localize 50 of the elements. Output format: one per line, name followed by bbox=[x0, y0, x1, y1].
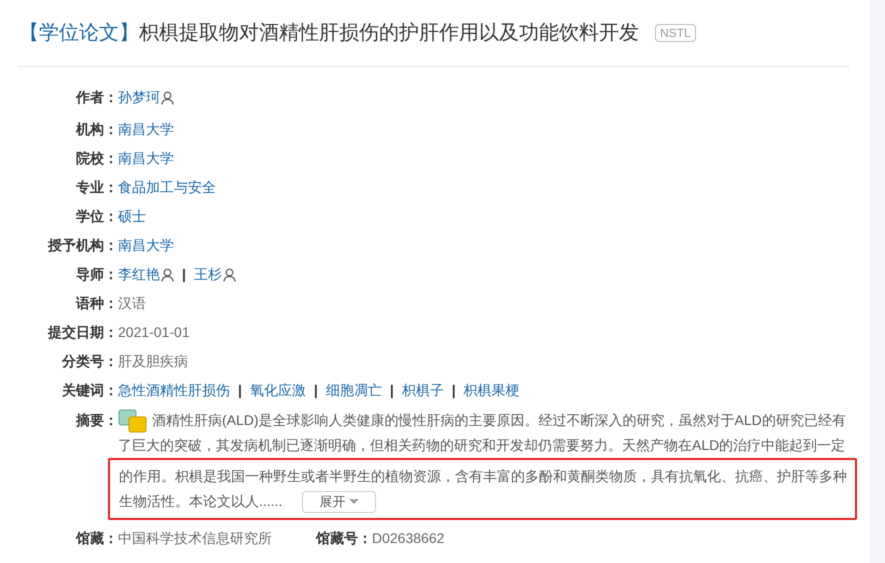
field-link[interactable]: 枳椇子 bbox=[402, 380, 444, 401]
abstract-line: 的作用。枳椇是我国一种野生或者半野生的植物资源，含有丰富的多酚和黄酮类物质，具有抗氧化、抗癌、护肝等多种 bbox=[119, 467, 847, 486]
field-link[interactable]: 南昌大学 bbox=[118, 119, 174, 140]
field-label: 摘要： bbox=[74, 411, 118, 430]
expand-button[interactable]: 展开 bbox=[302, 490, 376, 512]
field-label: 馆藏： bbox=[74, 528, 118, 548]
field-link[interactable]: 南昌大学 bbox=[118, 235, 174, 256]
field-value: 汉语 bbox=[118, 294, 146, 313]
field-label: 语种： bbox=[74, 294, 118, 313]
field-label: 授予机构： bbox=[46, 236, 118, 255]
abstract-line: 了巨大的突破，其发病机制已逐渐明确，但相关药物的研究和开发却仍需要努力。天然产物在ALD的治疗中能起到一定 bbox=[118, 436, 846, 455]
chevron-down-icon bbox=[349, 498, 360, 505]
field-label: 学位： bbox=[75, 207, 118, 226]
field-label: 机构： bbox=[74, 120, 118, 139]
separator: | bbox=[238, 381, 242, 400]
source-badge: NSTL bbox=[655, 24, 696, 42]
field-link[interactable]: 氧化应激 bbox=[250, 380, 306, 401]
person-icon bbox=[161, 268, 174, 282]
field-link[interactable]: 食品加工与安全 bbox=[118, 177, 216, 198]
separator: | bbox=[182, 265, 186, 284]
field-label: 导师： bbox=[75, 265, 118, 284]
abstract-line: 酒精性肝病(ALD)是全球影响人类健康的慢性肝病的主要原因。经过不断深入的研究，虽然对于ALD的研究已经有 bbox=[152, 411, 846, 430]
person-icon bbox=[161, 90, 174, 104]
document-type: 【学位论文】 bbox=[19, 21, 139, 46]
field-link[interactable]: 枳椇果梗 bbox=[464, 380, 520, 401]
person-link[interactable]: 孙梦珂 bbox=[118, 87, 160, 108]
field-link[interactable]: 急性酒精性肝损伤 bbox=[118, 380, 230, 401]
field-label: 馆藏号： bbox=[316, 528, 372, 548]
field-label: 专业： bbox=[75, 178, 118, 197]
field-label: 分类号： bbox=[60, 352, 118, 371]
field-value: D02638662 bbox=[372, 528, 444, 548]
separator: | bbox=[314, 381, 318, 400]
document-title: 枳椇提取物对酒精性肝损伤的护肝作用以及功能饮料开发 bbox=[139, 21, 639, 46]
person-link[interactable]: 李红艳 bbox=[118, 264, 160, 285]
separator: | bbox=[390, 381, 394, 400]
field-value: 2021-01-01 bbox=[118, 323, 190, 342]
field-link[interactable]: 硕士 bbox=[118, 206, 146, 227]
person-link[interactable]: 王杉 bbox=[194, 264, 222, 285]
field-label: 关键词： bbox=[60, 381, 118, 400]
field-label: 作者： bbox=[74, 88, 118, 107]
field-link[interactable]: 南昌大学 bbox=[118, 148, 174, 169]
field-label: 院校： bbox=[75, 149, 118, 168]
field-value: 中国科学技术信息研究所 bbox=[118, 528, 272, 548]
abstract-line: 生物活性。本论文以人...... bbox=[119, 492, 282, 511]
separator: | bbox=[452, 381, 456, 400]
person-icon bbox=[222, 268, 236, 282]
field-label: 提交日期： bbox=[46, 323, 118, 342]
field-value: 肝及胆疾病 bbox=[118, 352, 188, 371]
translate-icon[interactable] bbox=[118, 408, 148, 432]
field-link[interactable]: 细胞凋亡 bbox=[326, 380, 382, 401]
